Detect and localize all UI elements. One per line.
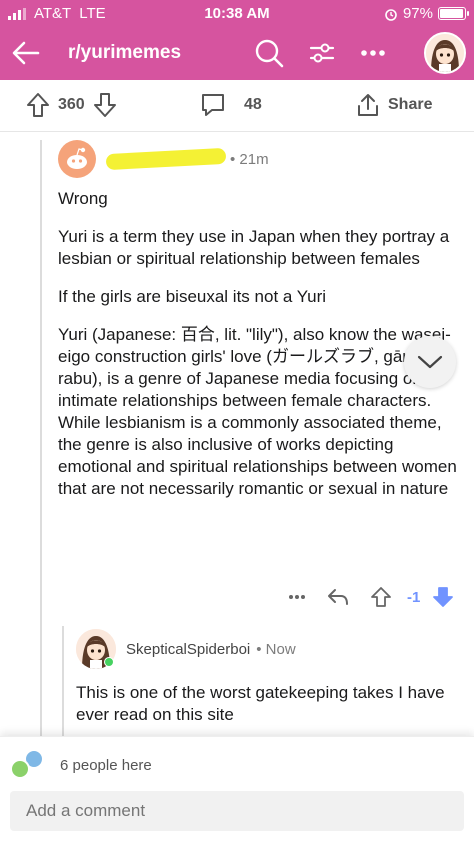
thread-line[interactable] <box>40 140 42 740</box>
reply-username[interactable]: SkepticalSpiderboi <box>126 641 250 658</box>
downvote-arrow-icon[interactable] <box>93 92 117 118</box>
status-bar: AT&T LTE 10:38 AM 97% <box>0 0 474 26</box>
chevron-down-icon <box>417 355 443 369</box>
app-header: AT&T LTE 10:38 AM 97% r/yurimemes <box>0 0 474 80</box>
battery-icon <box>438 7 469 20</box>
online-indicator <box>104 657 114 667</box>
back-arrow-icon[interactable] <box>10 38 42 68</box>
reply-header: SkepticalSpiderboi • Now <box>76 628 466 670</box>
post-actions-bar: 360 48 Share <box>0 80 474 132</box>
share-label: Share <box>388 96 433 113</box>
comment-actions: -1 <box>270 586 460 610</box>
bottom-bar: 6 people here <box>0 736 474 842</box>
battery-percent: 97% <box>402 5 433 22</box>
comments-button[interactable]: 48 <box>200 92 262 118</box>
filter-icon[interactable] <box>305 36 339 70</box>
share-button[interactable]: Share <box>356 92 432 118</box>
upvote-arrow-icon[interactable] <box>370 586 392 608</box>
subreddit-title[interactable]: r/yurimemes <box>68 42 181 64</box>
people-here-avatars <box>10 747 52 783</box>
redacted-username <box>105 147 227 171</box>
profile-avatar[interactable] <box>424 32 466 74</box>
comment: • 21m Wrong Yuri is a term they use in J… <box>58 138 458 500</box>
comment-paragraph: If the girls are biseuxal its not a Yuri <box>58 287 327 306</box>
upvote-arrow-icon[interactable] <box>26 92 50 118</box>
comment-bubble-icon <box>202 94 224 116</box>
commenter-avatar[interactable] <box>58 140 96 178</box>
vote-group: 360 <box>26 92 117 118</box>
more-options-icon[interactable] <box>356 36 390 70</box>
comment-body: Wrong Yuri is a term they use in Japan w… <box>58 188 458 500</box>
comment-score: -1 <box>407 589 421 606</box>
reply-comment: SkepticalSpiderboi • Now This is one of … <box>76 628 466 726</box>
search-icon[interactable] <box>252 36 286 70</box>
comment-age: • 21m <box>230 150 269 168</box>
downvote-arrow-icon[interactable] <box>432 586 454 608</box>
share-icon <box>358 94 378 116</box>
people-here-label: 6 people here <box>60 756 152 774</box>
post-score: 360 <box>58 96 85 113</box>
nav-bar: r/yurimemes <box>0 26 474 80</box>
comment-header: • 21m <box>58 138 458 180</box>
comment-paragraph: Yuri is a term they use in Japan when th… <box>58 227 450 268</box>
reply-age: • Now <box>256 640 296 658</box>
people-here: 6 people here <box>10 747 152 783</box>
reply-body: This is one of the worst gatekeeping tak… <box>76 683 445 724</box>
comment-paragraph: Yuri (Japanese: 百合, lit. "lily"), also k… <box>58 325 457 498</box>
more-options-icon[interactable] <box>288 594 306 600</box>
reply-thread-line[interactable] <box>62 626 64 736</box>
add-comment-input[interactable] <box>10 791 464 831</box>
comment-paragraph: Wrong <box>58 189 108 208</box>
reply-icon[interactable] <box>326 586 350 608</box>
alarm-icon <box>385 8 397 21</box>
collapse-button[interactable] <box>404 336 456 388</box>
comment-count: 48 <box>244 96 262 113</box>
